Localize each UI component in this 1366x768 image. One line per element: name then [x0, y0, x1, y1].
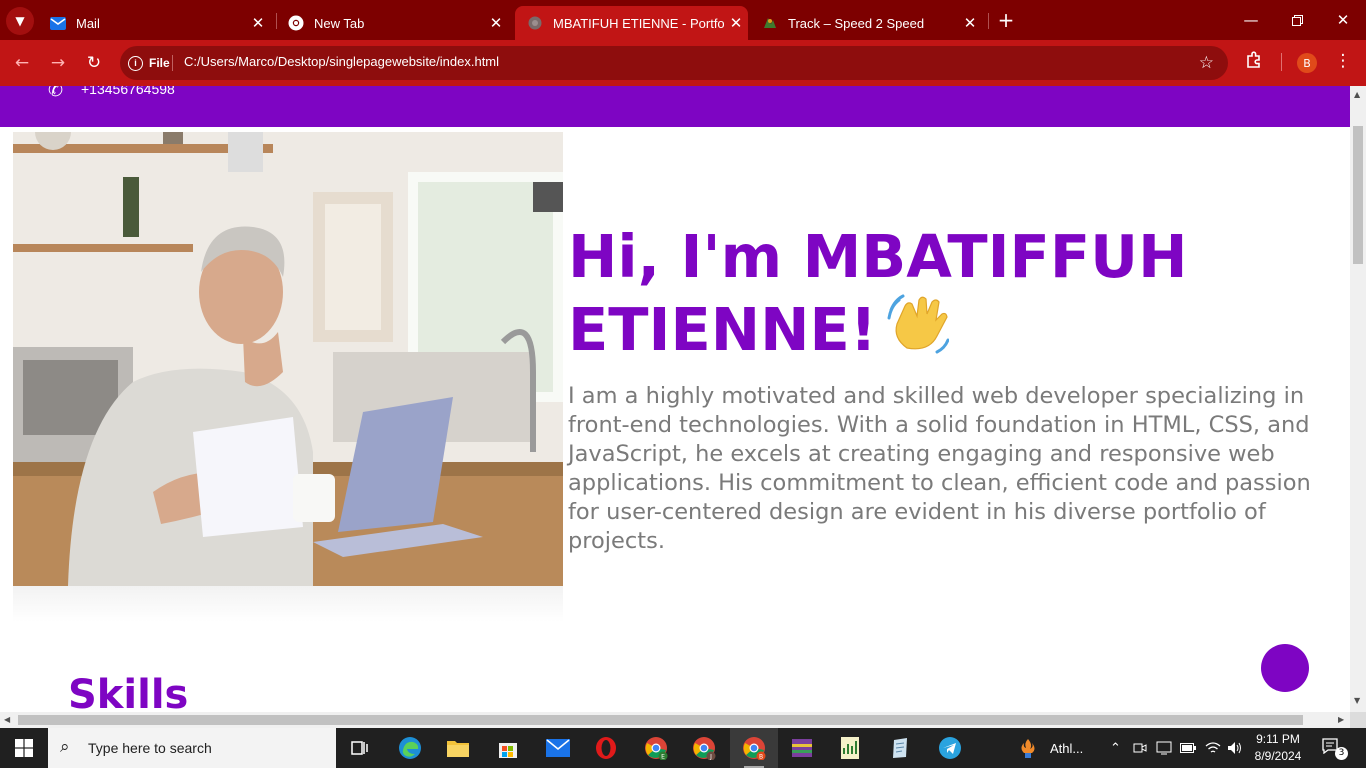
telegram-icon[interactable]	[926, 728, 974, 768]
hero-description: I am a highly motivated and skilled web …	[568, 383, 1311, 554]
notification-count-badge: 3	[1335, 747, 1348, 760]
file-explorer-icon[interactable]	[434, 728, 482, 768]
network-share-icon[interactable]	[1156, 728, 1172, 768]
bookmark-star-icon[interactable]: ☆	[1199, 53, 1214, 73]
reload-button[interactable]: ↻	[82, 51, 106, 75]
phone-number[interactable]: +13456764598	[81, 86, 175, 97]
notepad-icon[interactable]	[876, 728, 924, 768]
close-window-button[interactable]: ✕	[1320, 0, 1366, 40]
tab-search-button[interactable]: ▼	[6, 7, 34, 35]
hero-title: Hi, I'm MBATIFFUH ETIENNE!	[568, 222, 1208, 365]
winrar-icon[interactable]	[778, 728, 826, 768]
taskbar-clock[interactable]: 9:11 PM 8/9/2024	[1248, 731, 1308, 765]
tab-track-speed[interactable]: Track – Speed 2 Speed ✕	[750, 6, 982, 40]
close-tab-icon[interactable]: ✕	[484, 14, 508, 32]
contact-header-bar: ✆ +13456764598	[0, 86, 1350, 127]
mail-icon	[50, 15, 66, 31]
weather-label: Athl...	[1050, 740, 1084, 756]
taskbar-search-box[interactable]: ⌕ Type here to search	[48, 728, 336, 768]
volume-icon[interactable]	[1227, 728, 1243, 768]
tab-portfolio[interactable]: MBATIFUH ETIENNE - Portfolio ✕	[515, 6, 748, 40]
windows-icon	[15, 739, 33, 757]
url-text[interactable]: C:/Users/Marco/Desktop/singlepagewebsite…	[184, 54, 499, 69]
tab-mail[interactable]: Mail ✕	[38, 6, 270, 40]
close-tab-icon[interactable]: ✕	[958, 14, 982, 32]
tab-strip: ▼ Mail ✕ New Tab ✕ MBATIFUH ETIENNE - Po…	[0, 0, 1366, 40]
opera-icon[interactable]	[582, 728, 630, 768]
chrome-profile-j-icon[interactable]: J	[680, 728, 728, 768]
extensions-icon[interactable]	[1242, 51, 1266, 74]
torch-icon	[1021, 739, 1035, 758]
info-icon: i	[128, 55, 143, 71]
scheme-label: File	[149, 56, 170, 70]
vertical-scroll-thumb[interactable]	[1353, 126, 1363, 264]
task-view-icon[interactable]	[336, 728, 384, 768]
address-bar[interactable]: i File C:/Users/Marco/Desktop/singlepage…	[120, 46, 1228, 80]
show-hidden-icons-button[interactable]: ⌃	[1110, 728, 1121, 768]
hero-photo	[13, 132, 563, 586]
battery-icon[interactable]	[1180, 728, 1196, 768]
spreadsheet-app-icon[interactable]	[826, 728, 874, 768]
microsoft-store-icon[interactable]	[484, 728, 532, 768]
svg-text:J: J	[709, 754, 712, 761]
close-tab-icon[interactable]: ✕	[724, 14, 748, 32]
minimize-button[interactable]: —	[1228, 0, 1274, 40]
waving-hand-icon	[887, 292, 950, 354]
new-tab-button[interactable]: +	[994, 8, 1018, 32]
tab-label: Track – Speed 2 Speed	[788, 15, 925, 31]
hero-photo-shadow	[13, 586, 563, 622]
mail-app-icon[interactable]	[534, 728, 582, 768]
skills-heading: Skills	[68, 672, 189, 712]
svg-text:B: B	[759, 754, 763, 761]
menu-kebab-icon[interactable]: ⋮	[1331, 51, 1355, 71]
horizontal-scrollbar[interactable]: ◀ ▶	[0, 712, 1350, 728]
close-tab-icon[interactable]: ✕	[246, 14, 270, 32]
svg-text:E: E	[661, 754, 665, 761]
windows-taskbar: ⌕ Type here to search E J B Athl... ⌃ 9:…	[0, 728, 1366, 768]
chrome-icon	[288, 15, 304, 31]
forward-button[interactable]: →	[46, 51, 70, 75]
search-placeholder: Type here to search	[88, 740, 212, 756]
restore-button[interactable]	[1274, 0, 1320, 40]
tab-new-tab[interactable]: New Tab ✕	[276, 6, 508, 40]
vertical-scrollbar[interactable]: ▲ ▼	[1350, 86, 1366, 712]
scroll-left-arrow-icon[interactable]: ◀	[4, 715, 10, 724]
weather-widget[interactable]: Athl...	[1018, 728, 1083, 768]
chrome-profile-b-icon[interactable]: B	[730, 728, 778, 768]
edge-icon[interactable]	[386, 728, 434, 768]
back-button[interactable]: ←	[10, 51, 34, 75]
wifi-icon[interactable]	[1205, 728, 1221, 768]
tab-label: MBATIFUH ETIENNE - Portfolio	[553, 15, 724, 31]
search-icon: ⌕	[60, 737, 70, 757]
site-info-button[interactable]: i File	[128, 52, 170, 74]
clock-time: 9:11 PM	[1256, 732, 1300, 746]
start-button[interactable]	[0, 728, 48, 768]
globe-icon	[527, 15, 543, 31]
browser-toolbar: ← → ↻ i File C:/Users/Marco/Desktop/sing…	[0, 40, 1366, 86]
page-viewport: ✆ +13456764598 Hi, I'm MBATIFFUH ETIENNE…	[0, 86, 1350, 712]
chrome-profile-e-icon[interactable]: E	[632, 728, 680, 768]
tab-label: Mail	[76, 15, 100, 31]
scroll-down-arrow-icon[interactable]: ▼	[1354, 696, 1360, 705]
hero-title-line2: ETIENNE!	[568, 295, 877, 364]
speed-icon	[762, 15, 778, 31]
clock-date: 8/9/2024	[1254, 749, 1302, 763]
hero-title-line1: Hi, I'm MBATIFFUH	[568, 222, 1188, 291]
tab-label: New Tab	[314, 15, 365, 31]
scroll-up-arrow-icon[interactable]: ▲	[1354, 90, 1360, 99]
horizontal-scroll-thumb[interactable]	[18, 715, 1303, 725]
meet-now-icon[interactable]	[1133, 728, 1147, 768]
scroll-right-arrow-icon[interactable]: ▶	[1338, 715, 1344, 724]
phone-icon: ✆	[48, 86, 64, 101]
floating-action-button[interactable]	[1261, 644, 1309, 692]
profile-avatar[interactable]: B	[1297, 53, 1317, 73]
